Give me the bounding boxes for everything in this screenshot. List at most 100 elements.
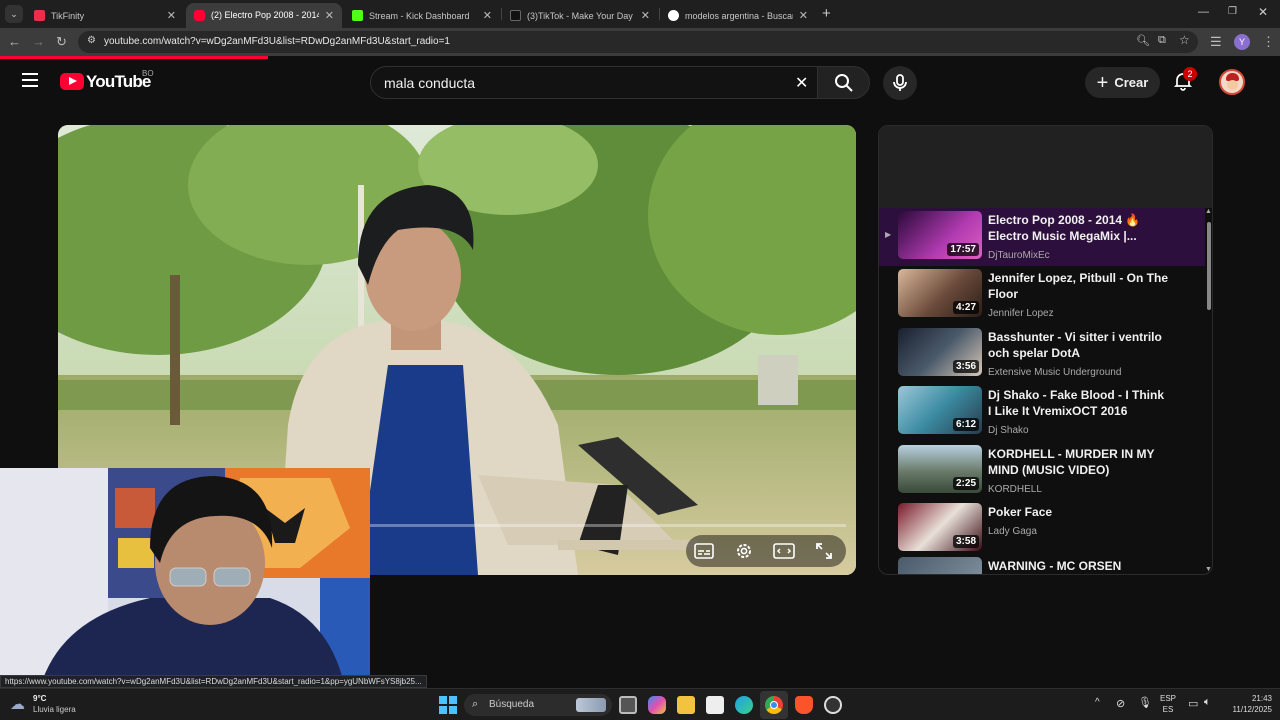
notifications-button[interactable]: 2 xyxy=(1173,67,1197,93)
channel-name: Dj Shako xyxy=(988,425,1029,436)
video-title: Dj Shako - Fake Blood - I Think I Like I… xyxy=(988,388,1165,418)
language-indicator[interactable]: ESP ES xyxy=(1157,694,1179,714)
youtube-logo[interactable]: YouTube BO xyxy=(60,69,170,95)
microphone-icon[interactable]: 🎙︎ xyxy=(1138,696,1152,709)
voice-search-button[interactable] xyxy=(883,66,917,100)
back-icon[interactable]: ← xyxy=(8,34,21,50)
settings-gear-icon[interactable] xyxy=(734,541,754,561)
weather-description: Lluvia ligera xyxy=(33,705,76,714)
create-button[interactable]: + Crear xyxy=(1085,67,1160,98)
channel-name: Extensive Music Underground xyxy=(988,367,1122,378)
brave-browser-icon[interactable] xyxy=(795,696,813,714)
video-thumbnail: 6:12 xyxy=(898,386,982,434)
copilot-icon[interactable] xyxy=(648,696,666,714)
playlist-scrollbar[interactable]: ▲ ▼ xyxy=(1205,208,1212,574)
minimize-button[interactable]: — xyxy=(1198,6,1209,18)
media-control-icon[interactable]: ☰ xyxy=(1210,34,1222,50)
webcam-feed-image xyxy=(0,468,370,688)
reload-icon[interactable]: ↻ xyxy=(56,34,67,50)
clear-search-icon[interactable]: ✕ xyxy=(795,73,808,93)
playlist-item[interactable]: ▶ 17:57 Electro Pop 2008 - 2014 🔥 Electr… xyxy=(879,208,1205,266)
scrollbar-thumb[interactable] xyxy=(1207,222,1211,310)
chrome-taskbar-button[interactable] xyxy=(760,691,788,719)
subtitles-icon[interactable] xyxy=(694,543,714,559)
volume-icon[interactable]: 🔈︎ xyxy=(1204,696,1211,709)
zoom-icon[interactable]: 🔍︎ xyxy=(1136,34,1150,47)
restore-button[interactable]: ❐ xyxy=(1228,6,1237,17)
kick-favicon-icon xyxy=(352,10,363,21)
clock[interactable]: 21:43 11/12/2025 xyxy=(1222,694,1272,714)
theater-mode-icon[interactable] xyxy=(773,543,795,559)
new-tab-button[interactable]: + xyxy=(822,5,831,22)
windows-taskbar: ☁ 9°C Lluvia ligera ⌕ Búsqueda ^ ⊘ 🎙︎ ES… xyxy=(0,688,1280,720)
tab-google[interactable]: modelos argentina - Buscar co ✕ xyxy=(660,3,816,28)
google-favicon-icon xyxy=(668,10,679,21)
now-playing-icon: ▶ xyxy=(885,230,892,239)
video-title: WARNING - MC ORSEN (SPEED xyxy=(988,559,1122,573)
close-tab-icon[interactable]: ✕ xyxy=(799,9,808,22)
video-duration: 6:12 xyxy=(952,418,979,431)
bookmark-star-icon[interactable]: ☆ xyxy=(1179,33,1190,47)
profile-avatar[interactable]: Y xyxy=(1234,34,1250,50)
playlist-item[interactable]: 3:56 Basshunter - Vi sitter i ventrilo o… xyxy=(879,325,1205,383)
video-duration: 17:57 xyxy=(947,243,979,256)
tab-kick[interactable]: Stream - Kick Dashboard ✕ xyxy=(344,3,500,28)
cast-icon[interactable]: ⧉ xyxy=(1158,34,1166,47)
scroll-up-icon[interactable]: ▲ xyxy=(1205,208,1212,215)
obs-studio-icon[interactable] xyxy=(824,696,842,714)
country-code: BO xyxy=(142,69,154,78)
playlist-item[interactable]: 6:12 Dj Shako - Fake Blood - I Think I L… xyxy=(879,383,1205,441)
youtube-logo-text: YouTube xyxy=(86,72,151,91)
address-bar[interactable]: ⚙ youtube.com/watch?v=wDg2anMFd3U&list=R… xyxy=(78,31,1198,53)
page-loading-bar xyxy=(0,56,268,59)
playlist-item[interactable]: WARNING - MC ORSEN (SPEED xyxy=(879,554,1205,574)
youtube-favicon-icon xyxy=(194,10,205,21)
windows-start-icon[interactable] xyxy=(439,696,457,714)
show-hidden-icons-icon[interactable]: ^ xyxy=(1095,697,1100,708)
browser-menu-icon[interactable]: ⋮ xyxy=(1262,34,1275,50)
tab-tikfinity[interactable]: TikFinity ✕ xyxy=(26,3,184,28)
close-tab-icon[interactable]: ✕ xyxy=(325,9,334,22)
clock-time: 21:43 xyxy=(1251,694,1272,703)
scroll-down-icon[interactable]: ▼ xyxy=(1205,566,1212,573)
youtube-header: YouTube BO mala conducta ✕ + Crear 2 xyxy=(0,56,1280,108)
network-icon[interactable]: ▭ xyxy=(1188,697,1198,710)
create-label: Crear xyxy=(1114,75,1149,90)
file-explorer-icon[interactable] xyxy=(677,696,695,714)
playlist-panel: ▶ 17:57 Electro Pop 2008 - 2014 🔥 Electr… xyxy=(878,125,1213,575)
taskbar-search-box[interactable]: ⌕ Búsqueda xyxy=(464,694,612,716)
wifi-off-icon[interactable]: ⊘ xyxy=(1116,697,1125,710)
close-tab-icon[interactable]: ✕ xyxy=(483,9,492,22)
tab-title: (3)TikTok - Make Your Day xyxy=(527,10,633,21)
guide-menu-icon[interactable] xyxy=(22,73,38,87)
tab-search-button[interactable]: ⌄ xyxy=(5,5,23,23)
close-tab-icon[interactable]: ✕ xyxy=(641,9,650,22)
search-input[interactable]: mala conducta ✕ xyxy=(370,66,818,99)
task-view-icon[interactable] xyxy=(619,696,637,714)
video-thumbnail: 4:27 xyxy=(898,269,982,317)
playlist-item[interactable]: 2:25 KORDHELL - MURDER IN MY MIND (MUSIC… xyxy=(879,442,1205,500)
edge-browser-icon[interactable] xyxy=(735,696,753,714)
tab-title: (2) Electro Pop 2008 - 2014 🔥 xyxy=(211,10,319,20)
fullscreen-icon[interactable] xyxy=(815,542,833,560)
search-button[interactable] xyxy=(818,66,870,99)
account-avatar[interactable] xyxy=(1219,69,1245,95)
playlist-item[interactable]: 4:27 Jennifer Lopez, Pitbull - On The Fl… xyxy=(879,266,1205,324)
video-title: Jennifer Lopez, Pitbull - On The Floor xyxy=(988,271,1169,301)
tab-tiktok[interactable]: (3)TikTok - Make Your Day ✕ xyxy=(502,3,658,28)
weather-temperature: 9°C xyxy=(33,694,47,703)
microsoft-store-icon[interactable] xyxy=(706,696,724,714)
close-window-button[interactable]: ✕ xyxy=(1258,5,1268,19)
weather-widget[interactable]: ☁ 9°C Lluvia ligera xyxy=(10,693,100,717)
notification-count-badge: 2 xyxy=(1183,67,1197,81)
forward-icon[interactable]: → xyxy=(32,34,45,50)
browser-nav-bar: ← → ↻ ⚙ youtube.com/watch?v=wDg2anMFd3U&… xyxy=(0,28,1280,56)
video-thumbnail: 3:58 xyxy=(898,503,982,551)
tab-title: Stream - Kick Dashboard xyxy=(369,10,470,21)
tab-youtube[interactable]: (2) Electro Pop 2008 - 2014 🔥 ✕ xyxy=(186,3,342,28)
playlist-item[interactable]: 3:58 Poker Face Lady Gaga xyxy=(879,500,1205,558)
link-status-bar: https://www.youtube.com/watch?v=wDg2anMF… xyxy=(0,675,427,688)
site-info-icon[interactable]: ⚙ xyxy=(87,35,96,46)
channel-name: DjTauroMixEc xyxy=(988,250,1050,261)
close-tab-icon[interactable]: ✕ xyxy=(167,9,176,22)
